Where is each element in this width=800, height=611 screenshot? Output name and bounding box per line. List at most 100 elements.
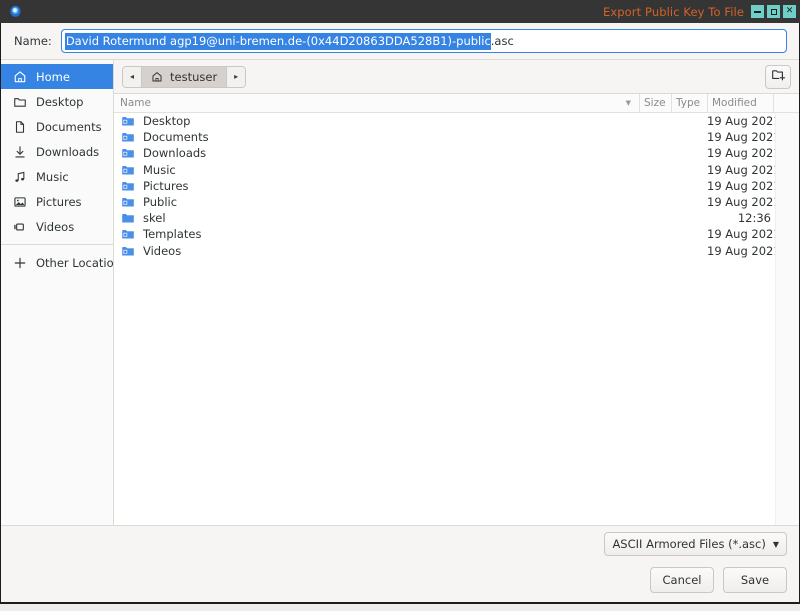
screen: Export Public Key To File ✕ Name: David … [0,0,800,611]
column-header-pad [773,93,799,113]
sidebar-item-label: Home [36,69,70,84]
breadcrumb-forward-button[interactable]: ▸ [226,66,246,87]
sidebar-item-other-locations[interactable]: Other Locations [1,250,127,275]
file-name-cell: skel [143,211,166,226]
seahorse-key-icon [4,0,26,23]
file-modified-cell: 19 Aug 2021 [707,146,781,161]
cancel-button[interactable]: Cancel [650,567,714,593]
sort-descending-icon: ▼ [625,99,631,107]
file-name-cell: Documents [143,130,209,145]
dialog-footer: ASCII Armored Files (*.asc) ▼ Cancel Sav… [1,525,799,602]
filename-extension-text: .asc [490,34,514,48]
file-name-cell: Desktop [143,114,191,129]
column-header-name-label: Name [120,97,151,109]
background-window-sliver [0,603,800,611]
folder-icon [12,94,28,110]
file-browser-pane: ◂ testuser ▸ Name ▼ Size Type Modified D… [114,60,799,525]
action-buttons-row: Cancel Save [13,562,787,602]
file-name-cell: Videos [143,243,182,258]
file-list-header: Name ▼ Size Type Modified [114,93,799,113]
sidebar-item-music[interactable]: Music [1,164,113,189]
filename-row: Name: David Rotermund agp19@uni-bremen.d… [1,23,799,59]
window-controls: ✕ [751,5,800,18]
table-row[interactable]: Documents 19 Aug 2021 [114,129,799,145]
sidebar-item-label: Desktop [36,94,84,109]
table-row[interactable]: Music 19 Aug 2021 [114,162,799,178]
sidebar-item-pictures[interactable]: Pictures [1,189,113,214]
table-row[interactable]: Public 19 Aug 2021 [114,194,799,210]
maximize-button[interactable] [767,5,780,18]
table-row[interactable]: Videos 19 Aug 2021 [114,243,799,259]
folder-music-icon [120,162,135,178]
file-modified-cell: 19 Aug 2021 [707,162,781,177]
minimize-button[interactable] [751,5,764,18]
sidebar-item-label: Pictures [36,194,82,209]
dialog-body: Home Desktop Documents Downloads Music P… [1,59,799,525]
window-titlebar[interactable]: Export Public Key To File ✕ [0,0,800,23]
document-icon [12,119,28,135]
folder-documents-icon [120,129,135,145]
path-bar: ◂ testuser ▸ [114,60,799,94]
folder-videos-icon [120,243,135,259]
folder-public-icon [120,194,135,210]
image-icon [12,194,28,210]
file-list[interactable]: Desktop 19 Aug 2021 Documents 19 Aug 2021 Do… [114,113,799,525]
column-header-name[interactable]: Name ▼ [120,97,639,109]
file-name-cell: Pictures [143,178,189,193]
music-note-icon [12,169,28,185]
file-modified-cell: 19 Aug 2021 [707,243,781,258]
table-row[interactable]: Templates 19 Aug 2021 [114,226,799,242]
file-modified-cell: 19 Aug 2021 [707,114,781,129]
file-name-cell: Music [143,162,176,177]
create-folder-button[interactable] [765,64,791,89]
filter-row: ASCII Armored Files (*.asc) ▼ [13,526,787,562]
sidebar-item-desktop[interactable]: Desktop [1,89,113,114]
filename-input[interactable]: David Rotermund agp19@uni-bremen.de-(0x4… [60,29,787,53]
download-icon [12,144,28,160]
table-row[interactable]: Pictures 19 Aug 2021 [114,178,799,194]
file-modified-cell: 19 Aug 2021 [707,178,781,193]
sidebar-item-label: Downloads [36,144,100,159]
sidebar-item-label: Videos [36,219,75,234]
file-name-cell: Templates [143,227,202,242]
file-name-cell: Downloads [143,146,207,161]
table-row[interactable]: Desktop 19 Aug 2021 [114,113,799,129]
column-header-type[interactable]: Type [671,93,707,113]
table-row[interactable]: Downloads 19 Aug 2021 [114,145,799,161]
folder-downloads-icon [120,145,135,161]
window-title: Export Public Key To File [603,4,744,19]
breadcrumb: ◂ testuser ▸ [122,65,247,88]
file-list-right-margin [775,113,799,525]
create-folder-icon [771,67,786,86]
folder-icon [120,210,135,226]
sidebar-item-downloads[interactable]: Downloads [1,139,113,164]
filename-selected-text: David Rotermund agp19@uni-bremen.de-(0x4… [64,32,491,50]
close-button[interactable]: ✕ [783,5,796,18]
breadcrumb-back-button[interactable]: ◂ [123,66,142,87]
home-icon [149,69,165,85]
save-button[interactable]: Save [723,567,787,593]
file-type-filter-dropdown[interactable]: ASCII Armored Files (*.asc) ▼ [604,532,787,556]
file-type-filter-label: ASCII Armored Files (*.asc) [612,537,766,551]
home-icon [12,69,28,85]
file-save-dialog: Name: David Rotermund agp19@uni-bremen.d… [0,23,800,603]
folder-desktop-icon [120,113,135,129]
folder-pictures-icon [120,178,135,194]
file-modified-cell: 19 Aug 2021 [707,195,781,210]
breadcrumb-item-testuser[interactable]: testuser [142,66,227,87]
column-header-size[interactable]: Size [639,93,671,113]
chevron-down-icon: ▼ [772,539,779,549]
places-sidebar: Home Desktop Documents Downloads Music P… [1,60,127,525]
sidebar-item-home[interactable]: Home [1,64,113,89]
sidebar-item-documents[interactable]: Documents [1,114,113,139]
file-modified-cell: 12:36 [737,211,771,226]
file-name-cell: Public [143,195,178,210]
sidebar-item-label: Music [36,169,69,184]
filename-label: Name: [14,34,52,48]
column-header-modified[interactable]: Modified [707,93,773,113]
sidebar-item-videos[interactable]: Videos [1,214,113,239]
table-row[interactable]: skel 12:36 [114,210,799,226]
video-camera-icon [12,219,28,235]
breadcrumb-label: testuser [170,69,218,84]
sidebar-item-label: Documents [36,119,102,134]
